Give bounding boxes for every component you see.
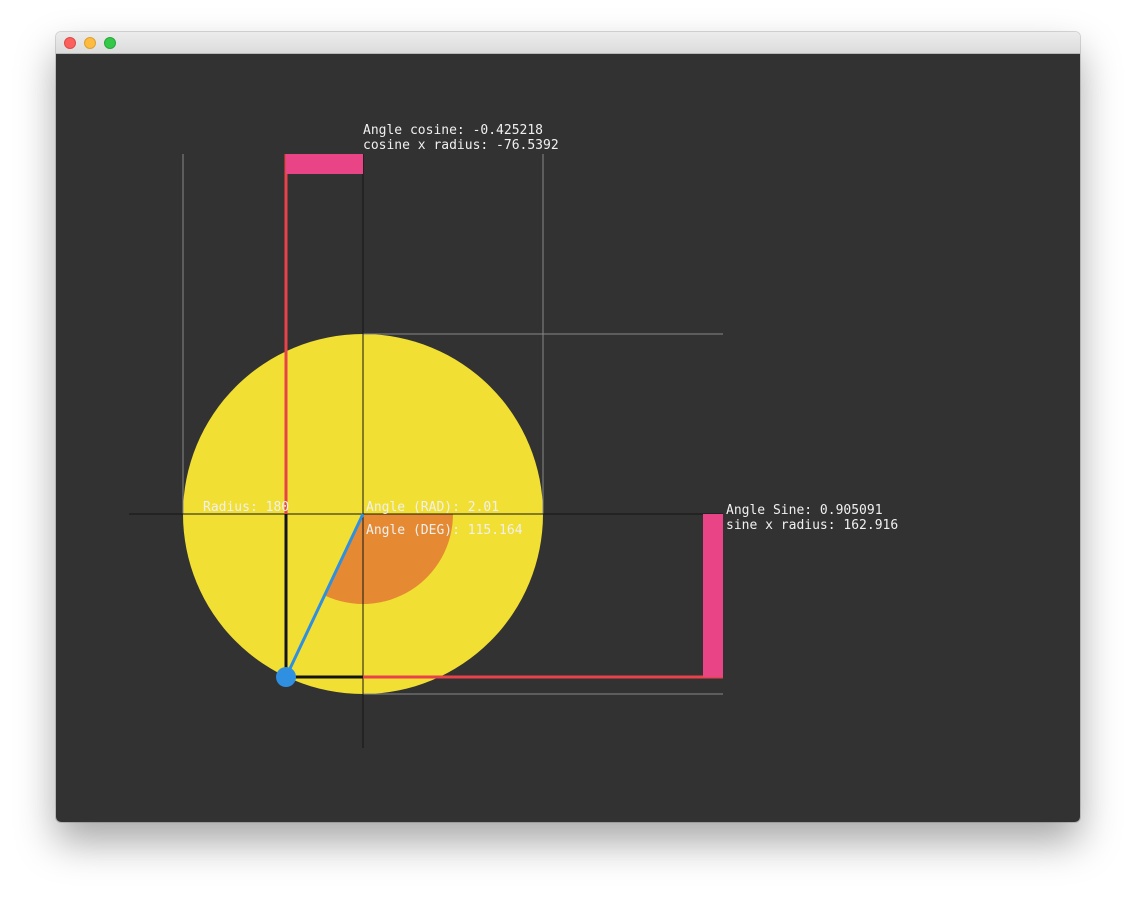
sine-label: Angle Sine: 0.905091 xyxy=(726,503,883,518)
sine-bar xyxy=(703,514,723,677)
zoom-window-button[interactable] xyxy=(104,37,116,49)
title-bar[interactable] xyxy=(56,32,1080,54)
angle-point[interactable] xyxy=(276,667,296,687)
app-window: Angle cosine: -0.425218 cosine x radius:… xyxy=(56,32,1080,822)
angle-deg-label: Angle (DEG): 115.164 xyxy=(366,523,523,538)
cosine-label: Angle cosine: -0.425218 xyxy=(363,123,543,138)
cosine-radius-label: cosine x radius: -76.5392 xyxy=(363,138,559,153)
radius-label: Radius: 180 xyxy=(203,500,289,515)
sine-radius-label: sine x radius: 162.916 xyxy=(726,518,898,533)
angle-rad-label: Angle (RAD): 2.01 xyxy=(366,500,499,515)
close-window-button[interactable] xyxy=(64,37,76,49)
minimize-window-button[interactable] xyxy=(84,37,96,49)
sketch-canvas[interactable]: Angle cosine: -0.425218 cosine x radius:… xyxy=(56,54,1080,822)
trig-visualization: Angle cosine: -0.425218 cosine x radius:… xyxy=(129,123,898,748)
cosine-bar xyxy=(286,154,363,174)
